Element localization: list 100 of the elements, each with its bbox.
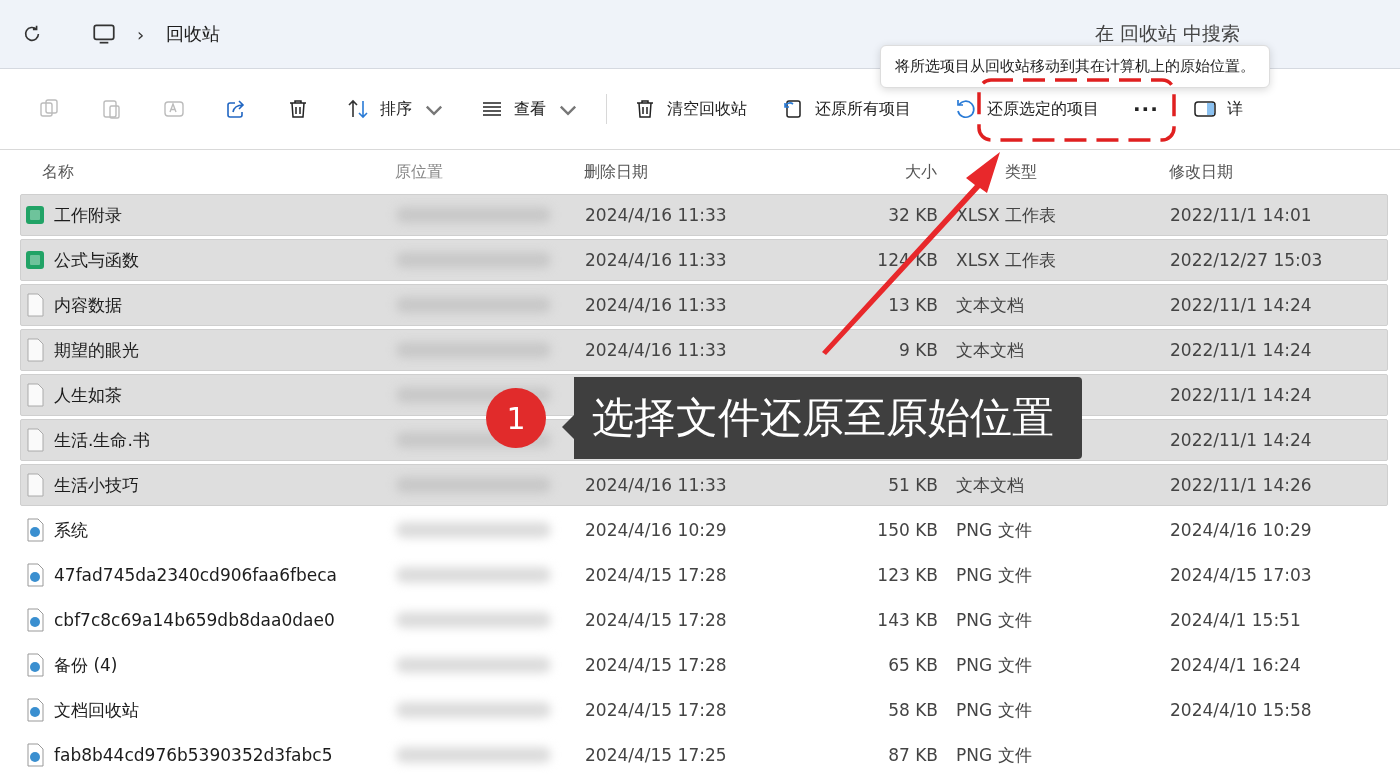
breadcrumb-separator: › xyxy=(137,23,145,45)
modified-date: 2024/4/15 17:03 xyxy=(1170,565,1312,585)
file-name: 内容数据 xyxy=(54,293,122,317)
column-header[interactable]: 大小 xyxy=(814,161,955,183)
modified-date: 2022/11/1 14:26 xyxy=(1170,475,1312,495)
image-file-icon xyxy=(24,608,46,632)
deleted-date: 2024/4/16 11:33 xyxy=(585,340,727,360)
image-file-icon xyxy=(24,563,46,587)
file-type: PNG 文件 xyxy=(956,699,1032,720)
file-size: 123 KB xyxy=(877,565,938,585)
column-header[interactable]: 类型 xyxy=(955,161,1169,183)
file-row[interactable]: cbf7c8c69a14b659db8daa0dae0 2024/4/15 17:28 143 KB PNG 文件 2024/4/1 15:51 xyxy=(20,599,1388,641)
file-size: 51 KB xyxy=(888,475,938,495)
search-field[interactable]: 在 回收站 中搜索 xyxy=(1077,21,1400,47)
file-type: XLSX 工作表 xyxy=(956,249,1056,270)
file-type: PNG 文件 xyxy=(956,744,1032,765)
file-type: PNG 文件 xyxy=(956,654,1032,675)
file-type: PNG 文件 xyxy=(956,609,1032,630)
deleted-date: 2024/4/15 17:28 xyxy=(585,610,727,630)
modified-date: 2024/4/10 15:58 xyxy=(1170,700,1312,720)
spreadsheet-icon xyxy=(24,203,46,227)
file-size: 143 KB xyxy=(877,610,938,630)
image-file-icon xyxy=(24,653,46,677)
file-type: PNG 文件 xyxy=(956,519,1032,540)
modified-date: 2022/11/1 14:24 xyxy=(1170,295,1312,315)
document-icon xyxy=(24,383,46,407)
file-row[interactable]: fab8b44cd976b5390352d3fabc5 2024/4/15 17:25 87 KB PNG 文件 xyxy=(20,734,1388,776)
document-icon xyxy=(24,293,46,317)
file-row[interactable]: 备份 (4) 2024/4/15 17:28 65 KB PNG 文件 2024/4/1 16:24 xyxy=(20,644,1388,686)
column-header[interactable]: 修改日期 xyxy=(1169,161,1388,183)
modified-date: 2024/4/1 15:51 xyxy=(1170,610,1301,630)
file-name: 系统 xyxy=(54,518,88,542)
file-size: 9 KB xyxy=(898,340,938,360)
file-name: 人生如茶 xyxy=(54,383,122,407)
file-size: 58 KB xyxy=(888,700,938,720)
modified-date: 2022/11/1 14:24 xyxy=(1170,430,1312,450)
more-button[interactable]: ··· xyxy=(1119,89,1173,129)
file-type: PNG 文件 xyxy=(956,564,1032,585)
file-name: cbf7c8c69a14b659db8daa0dae0 xyxy=(54,610,335,630)
column-header[interactable]: 原位置 xyxy=(395,161,584,183)
callout-tooltip: 选择文件还原至原始位置 xyxy=(562,377,1082,460)
document-icon xyxy=(24,428,46,452)
details-button[interactable]: 详 xyxy=(1178,89,1257,129)
delete-button[interactable]: 清空回收站 xyxy=(619,89,761,129)
deleted-date: 2024/4/16 11:33 xyxy=(585,295,727,315)
restore-selected-button[interactable]: 还原选定的项目 xyxy=(939,89,1113,129)
column-header[interactable]: 名称 xyxy=(20,161,395,183)
sort-button[interactable]: 排序 xyxy=(332,89,460,129)
deleted-date: 2024/4/15 17:25 xyxy=(585,745,727,765)
file-type: 文本文档 xyxy=(956,339,1024,360)
file-name: 生活.生命.书 xyxy=(54,428,150,452)
deleted-date: 2024/4/16 11:33 xyxy=(585,205,727,225)
deleted-date: 2024/4/16 11:33 xyxy=(585,475,727,495)
file-name: 工作附录 xyxy=(54,203,122,227)
view-button[interactable]: 查看 xyxy=(466,89,594,129)
modified-date: 2024/4/1 16:24 xyxy=(1170,655,1301,675)
file-type: 文本文档 xyxy=(956,294,1024,315)
file-name: 备份 (4) xyxy=(54,653,118,677)
modified-date: 2022/11/1 14:01 xyxy=(1170,205,1312,225)
file-size: 87 KB xyxy=(888,745,938,765)
file-row[interactable]: 47fad745da2340cd906faa6fbeca 2024/4/15 17:28 123 KB PNG 文件 2024/4/15 17:03 xyxy=(20,554,1388,596)
file-size: 150 KB xyxy=(877,520,938,540)
file-row[interactable]: 期望的眼光 2024/4/16 11:33 9 KB 文本文档 2022/11/1 14:24 xyxy=(20,329,1388,371)
file-name: fab8b44cd976b5390352d3fabc5 xyxy=(54,745,333,765)
deleted-date: 2024/4/16 10:29 xyxy=(585,520,727,540)
file-row[interactable]: 生活小技巧 2024/4/16 11:33 51 KB 文本文档 2022/11/1 14:26 xyxy=(20,464,1388,506)
file-name: 公式与函数 xyxy=(54,248,139,272)
image-file-icon xyxy=(24,698,46,722)
file-size: 65 KB xyxy=(888,655,938,675)
spreadsheet-icon xyxy=(24,248,46,272)
sort-icon xyxy=(346,97,370,121)
document-icon xyxy=(24,338,46,362)
file-size: 32 KB xyxy=(888,205,938,225)
restore-all-button[interactable]: 还原所有项目 xyxy=(767,89,925,129)
breadcrumb-item[interactable]: 回收站 xyxy=(166,22,221,46)
deleted-date: 2024/4/15 17:28 xyxy=(585,700,727,720)
modified-date: 2022/12/27 15:03 xyxy=(1170,250,1323,270)
file-row[interactable]: 文档回收站 2024/4/15 17:28 58 KB PNG 文件 2024/4/10 15:58 xyxy=(20,689,1388,731)
file-row[interactable]: 内容数据 2024/4/16 11:33 13 KB 文本文档 2022/11/1 14:24 xyxy=(20,284,1388,326)
deleted-date: 2024/4/15 17:28 xyxy=(585,655,727,675)
image-file-icon xyxy=(24,518,46,542)
modified-date: 2022/11/1 14:24 xyxy=(1170,340,1312,360)
modified-date: 2022/11/1 14:24 xyxy=(1170,385,1312,405)
file-type: 文本文档 xyxy=(956,474,1024,495)
modified-date: 2024/4/16 10:29 xyxy=(1170,520,1312,540)
deleted-date: 2024/4/15 17:28 xyxy=(585,565,727,585)
image-file-icon xyxy=(24,743,46,767)
file-name: 47fad745da2340cd906faa6fbeca xyxy=(54,565,337,585)
tooltip: 将所选项目从回收站移动到其在计算机上的原始位置。 xyxy=(880,45,1270,88)
file-type: XLSX 工作表 xyxy=(956,204,1056,225)
monitor-icon[interactable] xyxy=(91,21,117,47)
file-name: 期望的眼光 xyxy=(54,338,139,362)
file-name: 文档回收站 xyxy=(54,698,139,722)
file-row[interactable]: 工作附录 2024/4/16 11:33 32 KB XLSX 工作表 2022/11/1 14:01 xyxy=(20,194,1388,236)
deleted-date: 2024/4/16 11:33 xyxy=(585,250,727,270)
file-size: 13 KB xyxy=(888,295,938,315)
file-row[interactable]: 系统 2024/4/16 10:29 150 KB PNG 文件 2024/4/16 10:29 xyxy=(20,509,1388,551)
file-name: 生活小技巧 xyxy=(54,473,139,497)
document-icon xyxy=(24,473,46,497)
column-header[interactable]: 删除日期 xyxy=(584,161,814,183)
